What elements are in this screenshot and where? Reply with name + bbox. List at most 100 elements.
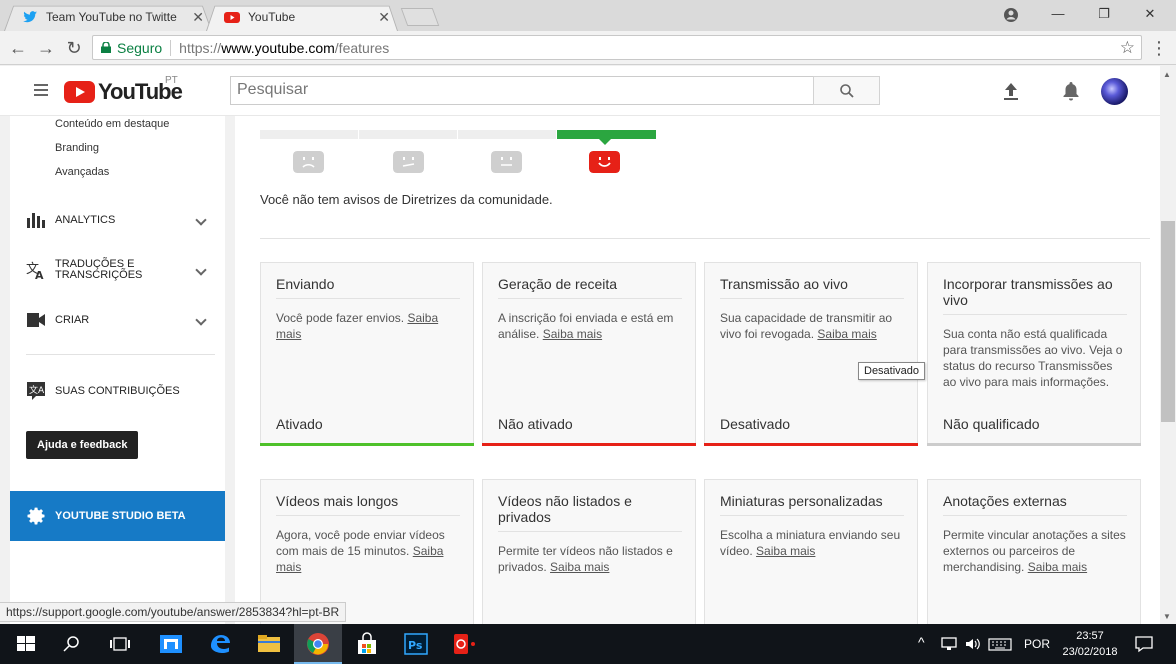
language-indicator[interactable]: POR <box>1024 637 1050 651</box>
learn-more-link[interactable]: Saiba mais <box>756 544 815 558</box>
feature-card-live-streaming: Transmissão ao vivo Sua capacidade de tr… <box>704 262 918 446</box>
twitter-bird-icon <box>23 11 37 23</box>
card-status: Não ativado <box>498 416 573 432</box>
media-app-icon[interactable] <box>451 630 479 658</box>
lock-icon <box>101 42 111 53</box>
close-icon[interactable]: ✕ <box>192 9 204 26</box>
file-explorer-icon[interactable] <box>255 630 283 658</box>
photoshop-icon[interactable]: Ps <box>402 630 430 658</box>
scroll-up-arrow-icon[interactable]: ▲ <box>1163 70 1171 79</box>
youtube-logo[interactable]: YouTube PT <box>64 75 183 105</box>
avatar[interactable] <box>1101 78 1128 105</box>
profile-icon[interactable] <box>1003 7 1019 23</box>
windows-start-icon[interactable] <box>12 630 40 658</box>
url-host: www.youtube.com <box>221 39 335 56</box>
svg-text:文A: 文A <box>29 384 45 396</box>
reload-icon[interactable]: ↻ <box>62 36 86 60</box>
restore-button[interactable]: ❐ <box>1093 5 1115 23</box>
card-title: Transmissão ao vivo <box>720 276 904 299</box>
windows-taskbar: Ps ^ POR 23:57 23/02/2018 <box>0 624 1176 664</box>
close-window-button[interactable]: ✕ <box>1139 5 1161 23</box>
search-input[interactable]: Pesquisar <box>230 76 814 105</box>
secure-indicator[interactable]: Seguro <box>101 40 162 56</box>
play-logo-icon <box>64 81 95 103</box>
content-divider <box>260 238 1150 239</box>
action-center-icon[interactable] <box>1134 635 1154 653</box>
learn-more-link[interactable]: Saiba mais <box>1028 560 1087 574</box>
chevron-down-icon[interactable] <box>195 314 207 326</box>
community-guidelines-text: Você não tem avisos de Diretrizes da com… <box>260 192 553 207</box>
hamburger-menu-icon[interactable] <box>34 84 48 96</box>
status-bar <box>927 443 1141 446</box>
network-icon[interactable] <box>940 636 958 652</box>
card-status: Não qualificado <box>943 416 1040 432</box>
sidebar-item-advanced[interactable]: Avançadas <box>55 166 109 178</box>
task-view-icon[interactable] <box>106 630 134 658</box>
studio-label: YOUTUBE STUDIO BETA <box>55 510 186 522</box>
search-button[interactable] <box>813 76 880 105</box>
learn-more-link[interactable]: Saiba mais <box>817 327 876 341</box>
browser-toolbar: ← → ↻ Seguro https://www.youtube.com/fea… <box>0 31 1176 65</box>
minimize-button[interactable]: — <box>1047 5 1069 23</box>
sidebar-divider <box>26 354 215 355</box>
sidebar-item-contributions[interactable]: 文A SUAS CONTRIBUIÇÕES <box>10 376 225 406</box>
gear-icon <box>27 507 45 525</box>
sidebar-item-featured-content[interactable]: Conteúdo em destaque <box>55 118 169 130</box>
sidebar-item-analytics[interactable]: ANALYTICS <box>10 205 225 235</box>
sidebar: Conteúdo em destaque Branding Avançadas … <box>10 116 225 624</box>
card-title: Incorporar transmissões ao vivo <box>943 276 1127 315</box>
card-title: Vídeos mais longos <box>276 493 460 516</box>
shopping-bag-icon[interactable] <box>353 630 381 658</box>
card-description: Permite vincular anotações a sites exter… <box>943 528 1126 574</box>
browser-tab-bar: Team YouTube no Twitte ✕ YouTube ✕ — ❐ ✕ <box>0 0 1176 31</box>
card-status: Desativado <box>720 416 791 432</box>
strike-bar-segment <box>458 130 556 139</box>
analytics-icon <box>27 213 45 228</box>
browser-menu-icon[interactable]: ⋮ <box>1150 38 1168 59</box>
edge-browser-icon[interactable] <box>206 630 234 658</box>
chevron-down-icon[interactable] <box>195 214 207 226</box>
scrollbar-thumb[interactable] <box>1161 221 1175 422</box>
back-icon[interactable]: ← <box>6 36 30 60</box>
card-description: Você pode fazer envios. Saiba mais <box>276 311 439 341</box>
youtube-studio-beta-button[interactable]: YOUTUBE STUDIO BETA <box>10 491 225 541</box>
store-app-icon[interactable] <box>157 630 185 658</box>
scroll-down-arrow-icon[interactable]: ▼ <box>1163 612 1171 621</box>
strike-bar-segment <box>359 130 457 139</box>
secure-label: Seguro <box>117 39 163 56</box>
card-title: Anotações externas <box>943 493 1127 516</box>
notifications-bell-icon[interactable] <box>1061 80 1081 102</box>
volume-icon[interactable] <box>964 636 982 652</box>
contributions-translate-icon: 文A <box>27 382 45 400</box>
tab-twitter[interactable]: Team YouTube no Twitte ✕ <box>4 3 212 31</box>
sidebar-item-branding[interactable]: Branding <box>55 142 99 154</box>
chevron-up-icon[interactable]: ^ <box>918 634 925 650</box>
strike-bar-segment <box>260 130 358 139</box>
address-bar[interactable]: Seguro https://www.youtube.com/features … <box>92 35 1142 60</box>
forward-icon[interactable]: → <box>34 36 58 60</box>
search-icon[interactable] <box>58 630 86 658</box>
clock-date: 23/02/2018 <box>1062 646 1118 658</box>
clock[interactable]: 23:57 23/02/2018 <box>1055 628 1125 660</box>
feature-card-uploading: Enviando Você pode fazer envios. Saiba m… <box>260 262 474 446</box>
bookmark-star-icon[interactable]: ☆ <box>1120 38 1135 58</box>
chrome-icon[interactable] <box>304 630 332 658</box>
tooltip: Desativado <box>858 362 926 380</box>
strike-bar-segment-active <box>557 130 656 139</box>
close-icon[interactable]: ✕ <box>378 9 390 26</box>
keyboard-icon[interactable] <box>988 636 1012 652</box>
card-description: Agora, você pode enviar vídeos com mais … <box>276 528 445 574</box>
learn-more-link[interactable]: Saiba mais <box>543 327 602 341</box>
tab-youtube[interactable]: YouTube ✕ <box>206 3 398 31</box>
video-camera-icon <box>27 313 45 327</box>
sidebar-item-label: ANALYTICS <box>55 213 116 226</box>
new-tab-button[interactable] <box>400 8 440 26</box>
url-scheme: https:// <box>179 39 222 56</box>
upload-icon[interactable] <box>1001 80 1021 102</box>
help-feedback-button[interactable]: Ajuda e feedback <box>26 431 139 459</box>
neutral-face-icon <box>393 151 424 173</box>
learn-more-link[interactable]: Saiba mais <box>550 560 609 574</box>
chevron-down-icon[interactable] <box>195 264 207 276</box>
sidebar-item-create[interactable]: CRIAR <box>10 305 225 335</box>
sidebar-item-translations[interactable]: 文A TRADUÇÕES E TRANSCRIÇÕES <box>10 255 225 285</box>
